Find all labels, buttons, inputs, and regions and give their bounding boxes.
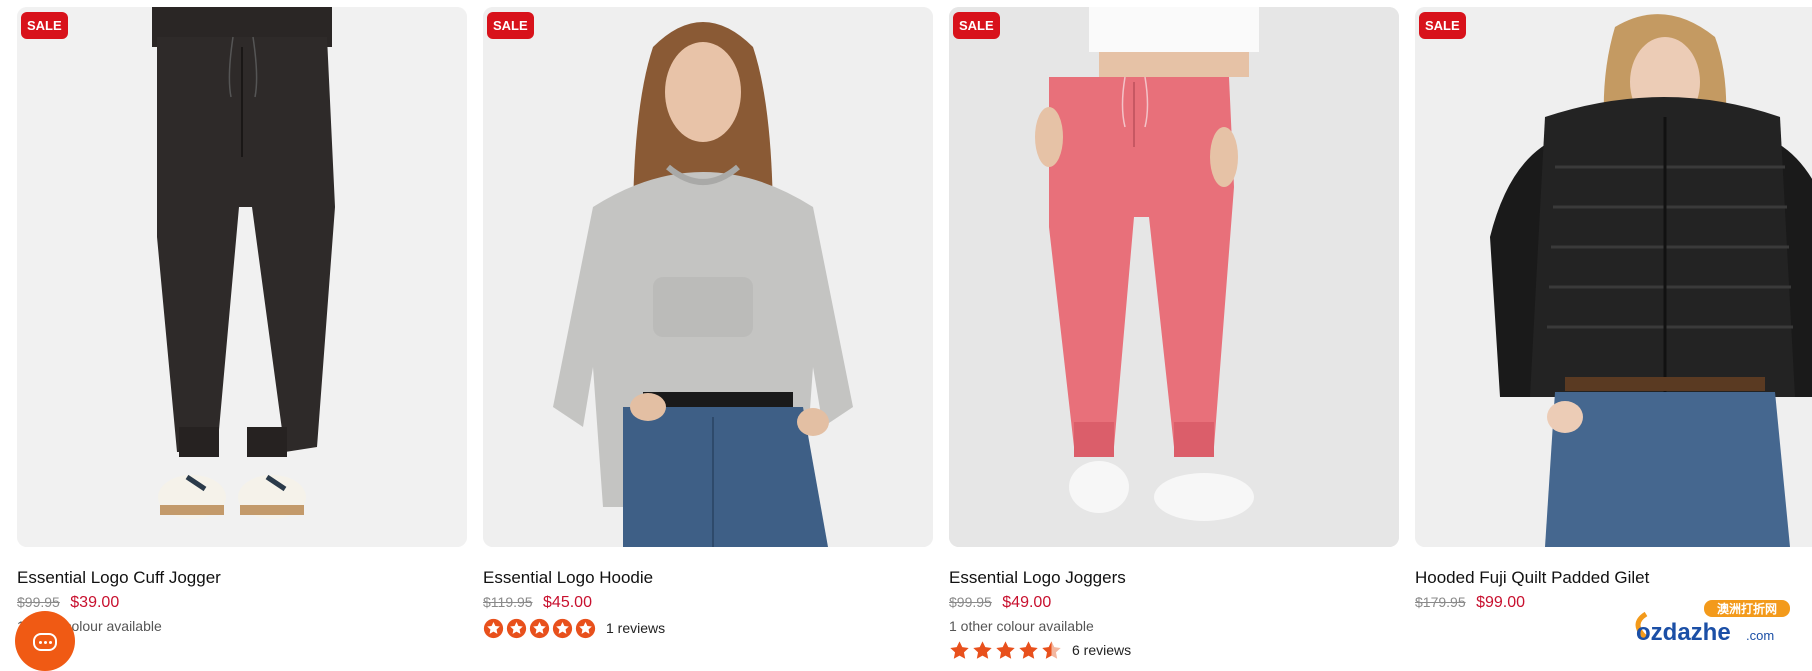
hoodie-photo	[483, 7, 933, 547]
star-half-icon	[1042, 640, 1061, 659]
product-card[interactable]: SALE Essential Logo Joggers $99.95 $49.0…	[949, 7, 1399, 659]
product-title[interactable]: Essential Logo Joggers	[949, 567, 1399, 589]
rating-row[interactable]: 1 reviews	[483, 616, 933, 640]
product-grid: SALE Essential Logo Cuff Jogger $99.95 $…	[17, 7, 1812, 659]
product-card[interactable]: SALE Hooded Fuji Quilt Padded Gilet $179…	[1415, 7, 1812, 658]
product-image[interactable]: SALE	[949, 7, 1399, 547]
star-full-icon	[506, 618, 527, 638]
watermark-main-text: ozdazhe	[1636, 619, 1731, 646]
star-full-icon	[950, 640, 969, 659]
watermark-suffix-text: .com	[1746, 628, 1774, 643]
product-image[interactable]: SALE	[17, 7, 467, 547]
star-full-icon	[973, 640, 992, 659]
star-full-icon	[1019, 640, 1038, 659]
price-row: $99.95 $49.00	[949, 591, 1399, 614]
jogger-photo	[17, 7, 467, 547]
sale-price: $99.00	[1476, 594, 1525, 611]
product-title[interactable]: Essential Logo Hoodie	[483, 567, 933, 589]
gilet-photo	[1415, 7, 1812, 547]
price-row: $119.95 $45.00	[483, 591, 933, 614]
price-row: $99.95 $39.00	[17, 591, 467, 614]
product-card[interactable]: SALE Essential Logo Cuff Jogger $99.95 $…	[17, 7, 467, 658]
product-title[interactable]: Hooded Fuji Quilt Padded Gilet	[1415, 567, 1812, 589]
original-price: $99.95	[17, 594, 60, 610]
colour-availability: 1 other colour available	[949, 618, 1094, 634]
chat-icon	[33, 633, 57, 651]
product-image[interactable]: SALE	[1415, 7, 1812, 547]
joggers-photo	[949, 7, 1399, 547]
product-image[interactable]: SALE	[483, 7, 933, 547]
star-full-icon	[996, 640, 1015, 659]
sale-badge: SALE	[1419, 12, 1466, 39]
sale-badge: SALE	[21, 12, 68, 39]
product-card[interactable]: SALE Essential Logo Hoodie $119.95 $45.0…	[483, 7, 933, 658]
chat-button[interactable]	[15, 611, 75, 671]
review-count[interactable]: 1 reviews	[606, 620, 665, 636]
original-price: $179.95	[1415, 594, 1466, 610]
colour-availability: 1 other colour available	[17, 618, 162, 634]
original-price: $119.95	[483, 594, 533, 610]
sale-price: $39.00	[70, 594, 120, 611]
star-full-icon	[575, 618, 596, 638]
sale-badge: SALE	[953, 12, 1000, 39]
star-rating	[949, 640, 1062, 661]
ozdazhe-watermark-logo: 澳洲打折网 ozdazhe .com	[1635, 600, 1790, 646]
sale-badge: SALE	[487, 12, 534, 39]
sale-price: $45.00	[543, 594, 592, 611]
star-rating	[483, 618, 596, 639]
star-full-icon	[529, 618, 550, 638]
product-title[interactable]: Essential Logo Cuff Jogger	[17, 567, 467, 589]
star-full-icon	[483, 618, 504, 638]
original-price: $99.95	[949, 594, 992, 610]
sale-price: $49.00	[1002, 594, 1052, 611]
review-count[interactable]: 6 reviews	[1072, 642, 1131, 658]
watermark-top-text: 澳洲打折网	[1717, 601, 1777, 616]
rating-row[interactable]: 6 reviews	[949, 638, 1399, 662]
star-full-icon	[552, 618, 573, 638]
